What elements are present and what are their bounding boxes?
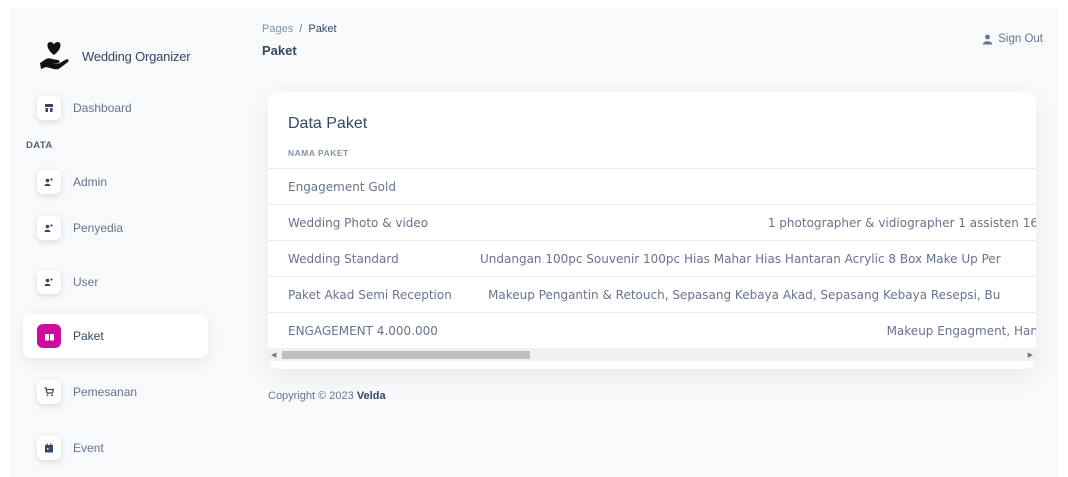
sidebar-item-dashboard[interactable]: Dashboard [23,86,208,130]
sign-out-button[interactable]: Sign Out [982,33,1043,45]
sidebar-item-label: User [73,275,99,289]
box-icon [37,324,61,348]
horizontal-scrollbar[interactable]: ◀ ▶ [268,348,1036,361]
heart-hand-icon [36,38,72,74]
paket-name: Engagement Gold [288,179,396,194]
sidebar-item-admin[interactable]: Admin [23,160,208,204]
sidebar-item-label: Penyedia [73,221,124,235]
sign-out-label: Sign Out [998,33,1043,45]
sidebar-item-penyedia[interactable]: Penyedia [23,206,208,250]
breadcrumb-separator: / [299,23,303,35]
footer: Copyright © 2023 Velda [268,390,386,402]
card-title: Data Paket [288,115,368,132]
sidebar-item-user[interactable]: User [23,260,208,304]
scroll-left-icon[interactable]: ◀ [271,351,276,359]
column-header-nama-paket: NAMA PAKET [288,148,349,158]
brand[interactable]: Wedding Organizer [36,36,191,76]
shop-icon [37,96,61,120]
sidebar-section-label: DATA [26,140,53,151]
paket-description: 1 photographer & vidiographer 1 assisten… [767,215,1036,230]
breadcrumb-root[interactable]: Pages [262,23,293,35]
brand-name: Wedding Organizer [82,48,191,64]
table-row: ENGAGEMENT 4.000.000 Makeup Engagment, H… [268,312,1036,348]
breadcrumb: Pages / Paket [262,23,337,35]
users-icon [37,270,61,294]
scrollbar-thumb[interactable] [282,351,530,359]
scroll-right-icon[interactable]: ▶ [1028,351,1033,359]
table-row: Engagement Gold [268,168,1036,204]
paket-name: ENGAGEMENT 4.000.000 [288,323,438,338]
footer-author[interactable]: Velda [357,390,386,402]
table-row: Wedding Photo & video 1 photographer & v… [268,204,1036,240]
sidebar-item-pemesanan[interactable]: Pemesanan [23,370,208,414]
sidebar-item-label: Paket [73,329,104,343]
data-paket-card: Data Paket NAMA PAKET Engagement Gold We… [268,92,1036,369]
paket-name: Wedding Standard [288,251,399,266]
paket-description: Undangan 100pc Souvenir 100pc Hias Mahar… [480,251,1001,266]
breadcrumb-current: Paket [308,23,337,35]
sidebar-item-label: Event [73,441,104,455]
paket-name: Paket Akad Semi Reception [288,287,452,302]
sidebar-item-label: Dashboard [73,101,132,115]
sidebar-item-label: Admin [73,175,108,189]
users-icon [37,216,61,240]
paket-name: Wedding Photo & video [288,215,429,230]
users-icon [37,170,61,194]
app-frame: Wedding Organizer Dashboard DATA Admin P… [10,8,1058,477]
cart-icon [37,380,61,404]
table-row: Paket Akad Semi Reception Makeup Pengant… [268,276,1036,312]
sidebar-item-paket[interactable]: Paket [23,314,208,358]
calendar-icon [37,436,61,460]
sidebar-item-label: Pemesanan [73,385,138,399]
user-icon [982,34,993,45]
footer-copyright: Copyright © 2023 [268,390,354,402]
sidebar-item-event[interactable]: Event [23,426,208,470]
paket-description: Makeup Engagment, Han [886,323,1036,338]
table-row: Wedding Standard Undangan 100pc Souvenir… [268,240,1036,276]
page-title: Paket [262,43,297,58]
paket-description: Makeup Pengantin & Retouch, Sepasang Keb… [488,287,1001,302]
